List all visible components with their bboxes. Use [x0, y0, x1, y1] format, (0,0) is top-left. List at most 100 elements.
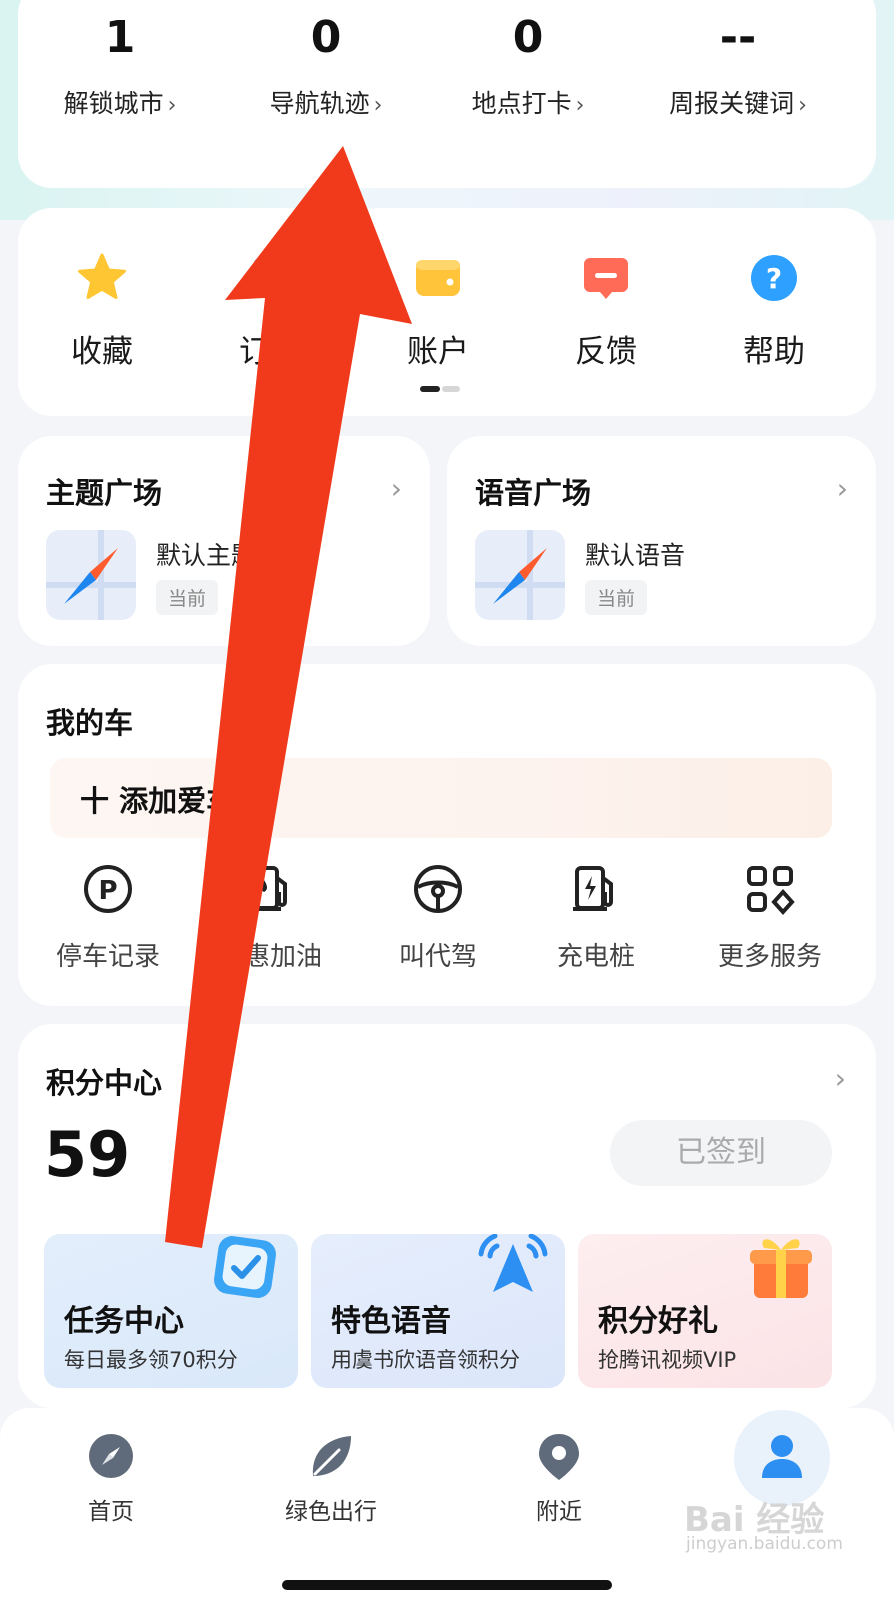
- stat-label-text: 导航轨迹: [269, 89, 370, 118]
- stat-value: 0: [512, 12, 544, 63]
- service-label: 叫代驾: [398, 942, 477, 972]
- service-label: 优惠加油: [217, 942, 322, 972]
- stat-label: 解锁城市 ›: [20, 84, 220, 120]
- quick-action-label: 账户: [407, 334, 469, 370]
- tile-subtitle: 每日最多领70积分: [64, 1348, 238, 1372]
- quick-actions-card: 收藏 订单 账户 反馈 ? 帮助: [18, 208, 876, 416]
- stat-value: --: [719, 12, 757, 63]
- stat-checkins[interactable]: 0 地点打卡 ›: [428, 0, 628, 120]
- location-pin-icon: [533, 1430, 585, 1482]
- quick-action-favorites[interactable]: 收藏: [32, 252, 172, 371]
- checkbox-icon: [214, 1236, 276, 1298]
- featured-voice-tile[interactable]: 特色语音 用虞书欣语音领积分: [311, 1234, 565, 1388]
- bottom-navigation: 首页 绿色出行 附近 Bai 经验 jingyan.baidu.com: [0, 1408, 894, 1600]
- tile-title: 积分好礼: [598, 1304, 718, 1339]
- service-label: 充电桩: [556, 942, 635, 972]
- stat-nav-tracks[interactable]: 0 导航轨迹 ›: [226, 0, 426, 120]
- points-center-card: 积分中心 › 59 已签到 任务中心 每日最多领70积分 特色语音 用虞书欣语音…: [18, 1024, 876, 1408]
- page-dot[interactable]: [442, 386, 460, 392]
- nav-label: 附近: [536, 1499, 582, 1525]
- chevron-right-icon[interactable]: ›: [837, 472, 848, 505]
- star-icon: [76, 252, 128, 304]
- quick-action-feedback[interactable]: 反馈: [536, 252, 676, 371]
- chevron-right-icon: ›: [575, 93, 585, 118]
- nav-me[interactable]: [707, 1430, 857, 1492]
- svg-text:?: ?: [766, 262, 782, 295]
- signed-in-button[interactable]: 已签到: [610, 1120, 832, 1186]
- gift-box-icon: [750, 1239, 812, 1298]
- feedback-icon: [580, 252, 632, 304]
- service-charging-station[interactable]: 充电桩: [516, 862, 676, 973]
- wallet-icon: [412, 252, 464, 304]
- card-title: 语音广场: [475, 476, 592, 510]
- add-car-button[interactable]: 十 添加爱车: [50, 758, 832, 838]
- nav-label: 首页: [88, 1499, 134, 1525]
- card-title: 积分中心: [46, 1066, 163, 1100]
- chevron-right-icon: ›: [798, 93, 807, 118]
- my-car-card: 我的车 十 添加爱车 P 停车记录 优惠加油 叫代驾 充电桩 更多服务: [18, 664, 876, 1006]
- points-score: 59: [44, 1118, 131, 1191]
- svg-text:P: P: [98, 876, 117, 906]
- status-badge: 当前: [585, 580, 648, 615]
- home-indicator[interactable]: [282, 1580, 612, 1590]
- points-gift-tile[interactable]: 积分好礼 抢腾讯视频VIP: [578, 1234, 832, 1388]
- fuel-icon: [243, 862, 297, 916]
- stat-label-text: 地点打卡: [471, 89, 572, 118]
- stat-label-text: 解锁城市: [63, 89, 164, 118]
- task-center-tile[interactable]: 任务中心 每日最多领70积分: [44, 1234, 298, 1388]
- chevron-right-icon: ›: [373, 93, 383, 118]
- broadcast-navigation-icon: [478, 1234, 548, 1292]
- stat-weekly-keywords[interactable]: -- 周报关键词 ›: [638, 0, 838, 120]
- tile-title: 任务中心: [64, 1304, 184, 1339]
- quick-action-label: 收藏: [71, 334, 133, 370]
- stat-label: 地点打卡 ›: [428, 84, 628, 120]
- nav-green-travel[interactable]: 绿色出行: [256, 1430, 406, 1526]
- help-icon: ?: [748, 252, 800, 304]
- quick-action-account[interactable]: 账户: [368, 252, 508, 371]
- page-dot-active: [420, 386, 440, 392]
- theme-square-card[interactable]: 主题广场 › 默认主题 当前: [18, 436, 430, 646]
- card-title: 主题广场: [46, 476, 163, 510]
- add-car-label: 十 添加爱车: [80, 784, 236, 818]
- voice-thumbnail: [475, 530, 565, 620]
- service-label: 更多服务: [717, 942, 822, 972]
- compass-nav-icon: [85, 1430, 137, 1482]
- service-label: 停车记录: [55, 942, 160, 972]
- nav-nearby[interactable]: 附近: [484, 1430, 634, 1526]
- status-badge: 当前: [156, 580, 219, 615]
- stat-label: 导航轨迹 ›: [226, 84, 426, 120]
- voice-square-card[interactable]: 语音广场 › 默认语音 当前: [447, 436, 876, 646]
- stats-card: 1 解锁城市 › 0 导航轨迹 › 0 地点打卡 › -- 周报关键词 ›: [18, 0, 876, 188]
- leaf-icon: [305, 1430, 357, 1482]
- stat-label: 周报关键词 ›: [638, 84, 838, 120]
- chevron-right-icon[interactable]: ›: [835, 1062, 846, 1095]
- service-more[interactable]: 更多服务: [690, 862, 850, 973]
- stat-unlocked-cities[interactable]: 1 解锁城市 ›: [20, 0, 220, 120]
- order-icon: [244, 252, 296, 304]
- service-designated-driver[interactable]: 叫代驾: [358, 862, 518, 973]
- nav-home[interactable]: 首页: [36, 1430, 186, 1526]
- user-icon: [756, 1430, 808, 1482]
- chevron-right-icon[interactable]: ›: [391, 472, 402, 505]
- card-title: 我的车: [46, 706, 134, 740]
- quick-action-label: 反馈: [575, 334, 637, 370]
- tile-title: 特色语音: [331, 1304, 451, 1339]
- compass-icon: [64, 548, 118, 604]
- compass-icon: [493, 548, 547, 604]
- voice-name: 默认语音: [585, 541, 686, 570]
- nav-label: 绿色出行: [285, 1499, 377, 1525]
- quick-action-label: 帮助: [743, 334, 805, 370]
- charging-icon: [569, 862, 623, 916]
- theme-name: 默认主题: [156, 541, 257, 570]
- quick-action-help[interactable]: ? 帮助: [704, 252, 844, 371]
- parking-icon: P: [81, 862, 135, 916]
- watermark-url: jingyan.baidu.com: [686, 1534, 843, 1554]
- service-fuel-discount[interactable]: 优惠加油: [190, 862, 350, 973]
- theme-thumbnail: [46, 530, 136, 620]
- steering-wheel-icon: [411, 862, 465, 916]
- stat-value: 0: [310, 12, 342, 63]
- grid-icon: [743, 862, 797, 916]
- service-parking-record[interactable]: P 停车记录: [28, 862, 188, 973]
- stat-label-text: 周报关键词: [669, 89, 795, 118]
- quick-action-orders[interactable]: 订单: [200, 252, 340, 371]
